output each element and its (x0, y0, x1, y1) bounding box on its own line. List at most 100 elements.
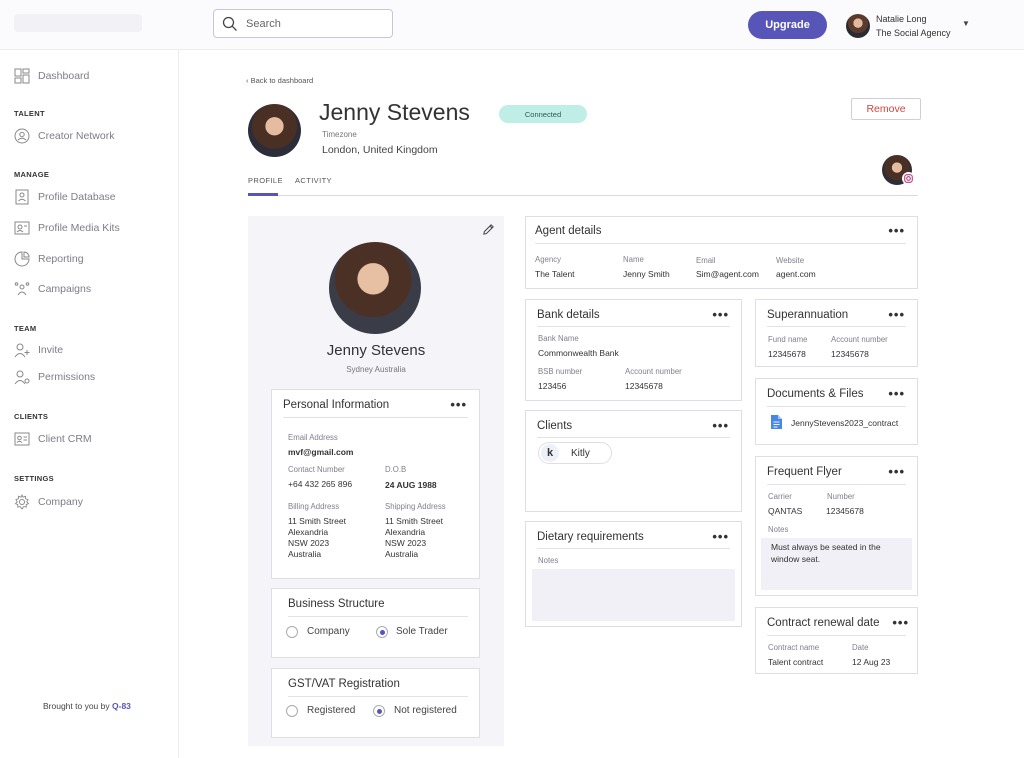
sidebar-item-label: Invite (38, 344, 64, 356)
more-options-icon[interactable]: ••• (888, 386, 905, 401)
more-options-icon[interactable]: ••• (888, 464, 905, 479)
sidebar-item-creator-network[interactable]: Creator Network (14, 128, 114, 144)
section-manage: MANAGE (14, 170, 50, 179)
caret-down-icon[interactable]: ▼ (962, 19, 970, 28)
tab-activity[interactable]: ACTIVITY (295, 176, 332, 185)
id-card-icon (14, 432, 30, 446)
sidebar-item-invite[interactable]: Invite (14, 342, 63, 358)
client-logo: k (541, 444, 559, 462)
sidebar-item-reporting[interactable]: Reporting (14, 251, 84, 267)
sidebar-item-permissions[interactable]: Permissions (14, 369, 95, 385)
edit-icon[interactable] (482, 223, 495, 239)
more-options-icon[interactable]: ••• (712, 307, 729, 322)
upgrade-button[interactable]: Upgrade (748, 11, 827, 39)
contact-value: +64 432 265 896 (288, 479, 353, 489)
section-team: TEAM (14, 324, 37, 333)
section-clients: CLIENTS (14, 412, 49, 421)
profile-photo (329, 242, 421, 334)
card-title: Personal Information (283, 399, 390, 411)
pie-chart-icon (14, 251, 30, 267)
user-menu[interactable]: Natalie Long The Social Agency (846, 12, 951, 40)
more-options-icon[interactable]: ••• (712, 529, 729, 544)
sidebar-item-profile-database[interactable]: Profile Database (14, 189, 116, 205)
sidebar: Dashboard TALENT Creator Network MANAGE … (0, 50, 179, 758)
contract-renewal-card: Contract renewal date ••• Contract name … (755, 607, 918, 674)
sidebar-item-campaigns[interactable]: Campaigns (14, 281, 91, 297)
profile-location: Sydney Australia (346, 365, 406, 374)
documents-files-card: Documents & Files ••• JennyStevens2023_c… (755, 378, 918, 445)
dietary-notes-field[interactable] (532, 569, 735, 621)
tabs-divider (248, 195, 918, 196)
sidebar-item-dashboard[interactable]: Dashboard (14, 68, 89, 84)
section-settings: SETTINGS (14, 474, 54, 483)
top-bar: Upgrade Natalie Long The Social Agency ▼ (0, 0, 1024, 50)
campaigns-icon (14, 282, 30, 296)
user-avatar (846, 14, 870, 38)
search-icon (222, 16, 237, 31)
add-user-icon (14, 343, 30, 358)
app-logo[interactable] (14, 14, 142, 32)
registered-radio[interactable] (286, 705, 298, 717)
sidebar-item-label: Company (38, 496, 83, 508)
dashboard-icon (14, 68, 30, 84)
brand-link[interactable]: Q-83 (112, 701, 131, 711)
sidebar-item-profile-media-kits[interactable]: Profile Media Kits (14, 220, 120, 236)
sidebar-item-client-crm[interactable]: Client CRM (14, 431, 92, 447)
more-options-icon[interactable]: ••• (450, 397, 467, 412)
profile-card-icon (15, 189, 29, 205)
bank-details-card: Bank details ••• Bank Name Commonwealth … (525, 299, 742, 401)
sidebar-item-label: Campaigns (38, 283, 92, 295)
superannuation-card: Superannuation ••• Fund name 12345678 Ac… (755, 299, 918, 367)
sidebar-item-label: Profile Media Kits (38, 222, 120, 234)
clients-card: Clients ••• k Kitly (525, 410, 742, 512)
remove-button[interactable]: Remove (851, 98, 921, 120)
dietary-requirements-card: Dietary requirements ••• Notes (525, 521, 742, 627)
search-box[interactable] (213, 9, 393, 38)
sole-trader-radio[interactable] (376, 626, 388, 638)
document-link[interactable]: JennyStevens2023_contract (791, 418, 898, 428)
user-name: Natalie Long (876, 14, 927, 24)
brought-by: Brought to you by Q-83 (43, 701, 131, 711)
sidebar-item-label: Profile Database (38, 191, 116, 203)
network-icon (14, 128, 30, 144)
sidebar-item-company[interactable]: Company (14, 494, 83, 510)
user-settings-icon (14, 370, 30, 385)
profile-name: Jenny Stevens (326, 342, 426, 359)
personal-information-card: Personal Information ••• Email Address m… (271, 389, 480, 579)
sidebar-item-label: Permissions (38, 371, 96, 383)
timezone-value: London, United Kingdom (322, 144, 438, 156)
user-org: The Social Agency (876, 28, 951, 38)
instagram-icon (902, 172, 915, 185)
search-input[interactable] (246, 17, 376, 30)
frequent-flyer-card: Frequent Flyer ••• Carrier QANTAS Number… (755, 456, 918, 596)
not-registered-radio[interactable] (373, 705, 385, 717)
more-options-icon[interactable]: ••• (712, 418, 729, 433)
sidebar-item-label: Reporting (38, 253, 84, 265)
sidebar-item-label: Creator Network (38, 130, 115, 142)
tab-profile[interactable]: PROFILE (248, 176, 283, 185)
sidebar-item-label: Client CRM (38, 433, 92, 445)
section-talent: TALENT (14, 109, 45, 118)
gst-registration-card: GST/VAT Registration Registered Not regi… (271, 668, 480, 738)
client-name: Kitly (571, 447, 590, 459)
email-value: mvf@gmail.com (288, 447, 354, 457)
media-kit-icon (14, 221, 30, 235)
document-icon (771, 415, 782, 432)
more-options-icon[interactable]: ••• (888, 307, 905, 322)
agent-details-card: Agent details ••• Agency The Talent Name… (525, 216, 918, 289)
active-tab-indicator (248, 193, 278, 196)
status-badge: Connected (499, 105, 587, 123)
profile-avatar (248, 104, 301, 157)
back-link[interactable]: ‹ Back to dashboard (246, 76, 313, 85)
business-structure-card: Business Structure Company Sole Trader (271, 588, 480, 658)
more-options-icon[interactable]: ••• (888, 223, 905, 238)
flyer-notes-field[interactable]: Must always be seated in the window seat… (761, 538, 912, 590)
more-options-icon[interactable]: ••• (892, 615, 909, 630)
gear-icon (14, 494, 30, 510)
timezone-label: Timezone (322, 130, 357, 139)
page-title: Jenny Stevens (319, 99, 470, 125)
dob-value: 24 AUG 1988 (385, 480, 437, 490)
company-radio[interactable] (286, 626, 298, 638)
client-chip[interactable]: k Kitly (538, 442, 612, 464)
sidebar-item-label: Dashboard (38, 70, 90, 82)
